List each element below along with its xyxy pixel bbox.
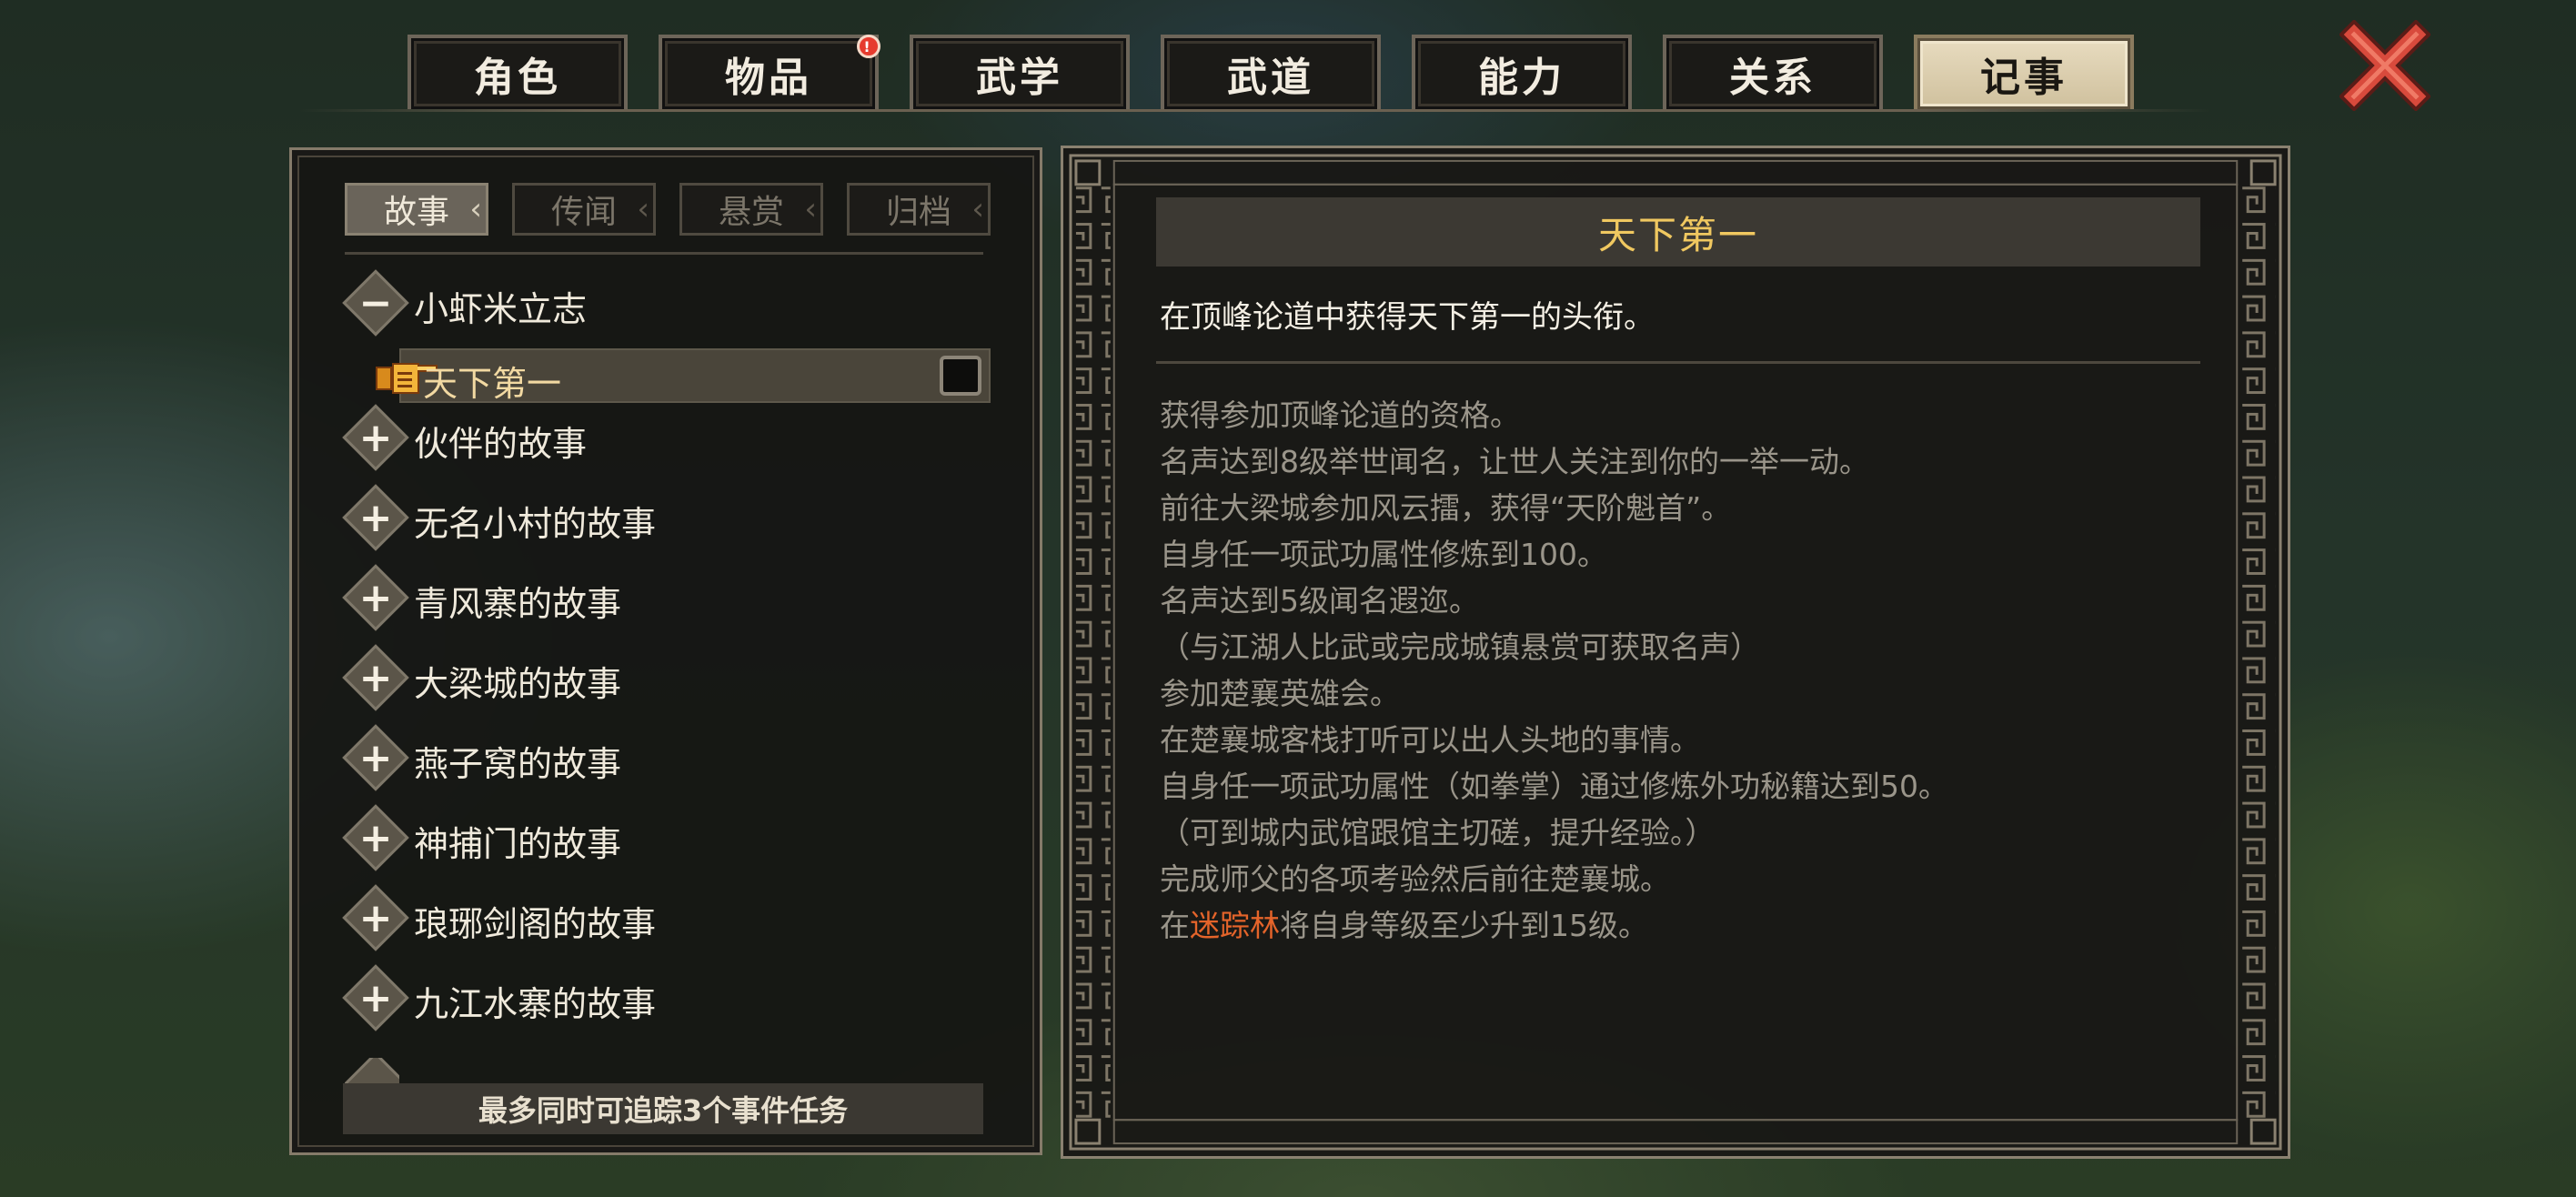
condition-line: 名声达到8级举世闻名，让世人关注到你的一举一动。 [1160,444,1869,479]
tab-character[interactable]: 角色 [408,35,628,109]
plus-icon: + [358,654,393,701]
tree-group[interactable]: + 九江水寨的故事 [342,964,1018,1036]
plus-icon: + [358,814,393,861]
plus-icon: + [358,894,393,941]
tab-items[interactable]: 物品! [659,35,880,109]
track-checkbox[interactable] [940,356,981,396]
quest-list-panel: 故事 传闻 悬赏 归档 − 小虾米立志 天下第一 [289,147,1042,1155]
plus-icon: + [358,574,393,621]
group-label: 无名小村的故事 [414,504,657,544]
partial-list-item [345,1058,399,1083]
condition-line: 完成师父的各项考验然后前往楚襄城。 [1160,861,1670,897]
group-label: 神捕门的故事 [414,824,622,864]
tree-group[interactable]: + 琅琊剑阁的故事 [342,884,1018,956]
close-x-icon[interactable] [2339,19,2431,112]
condition-line: 前往大梁城参加风云擂，获得“天阶魁首”。 [1160,490,1732,526]
subtab-archive[interactable]: 归档 [847,183,991,236]
group-label: 大梁城的故事 [414,664,622,704]
condition-line: 参加楚襄英雄会。 [1160,676,1400,711]
group-label: 琅琊剑阁的故事 [414,904,657,944]
tracking-limit-note: 最多同时可追踪3个事件任务 [343,1083,983,1134]
tab-journal[interactable]: 记事 [1914,35,2134,109]
plus-icon: + [358,414,393,461]
group-label: 燕子窝的故事 [414,744,622,784]
quest-description: 在顶峰论道中获得天下第一的头衔。 [1160,299,1655,336]
group-label: 伙伴的故事 [414,424,588,464]
quest-conditions: 获得参加顶峰论道的资格。 名声达到8级举世闻名，让世人关注到你的一举一动。 前往… [1160,392,2197,949]
quest-title: 天下第一 [1156,197,2200,267]
quest-detail-panel: 天下第一 在顶峰论道中获得天下第一的头衔。 获得参加顶峰论道的资格。 名声达到8… [1061,146,2290,1159]
sub-tab-divider [345,252,983,255]
subtab-bounty[interactable]: 悬赏 [679,183,823,236]
condition-line: （可到城内武馆跟馆主切磋，提升经验。） [1160,815,1716,850]
tree-group[interactable]: + 神捕门的故事 [342,804,1018,876]
tab-relations[interactable]: 关系 [1663,35,1883,109]
tab-martial-arts[interactable]: 武学 [910,35,1130,109]
condition-line-current: 在迷踪林将自身等级至少升到15级。 [1160,908,1648,943]
condition-line: （与江湖人比武或完成城镇悬赏可获取名声） [1160,629,1760,665]
group-label: 九江水寨的故事 [414,984,657,1024]
minus-icon: − [358,279,393,327]
tree-group-expanded[interactable]: − 小虾米立志 [342,269,1018,341]
location-link[interactable]: 迷踪林 [1190,908,1280,943]
tree-group[interactable]: + 无名小村的故事 [342,484,1018,556]
tree-group[interactable]: + 燕子窝的故事 [342,724,1018,796]
condition-line: 自身任一项武功属性修炼到100。 [1160,537,1607,572]
condition-line: 自身任一项武功属性（如拳掌）通过修炼外功秘籍达到50。 [1160,769,1948,804]
tree-group[interactable]: + 大梁城的故事 [342,644,1018,716]
condition-line: 获得参加顶峰论道的资格。 [1160,397,1520,433]
tree-group[interactable]: + 青风寨的故事 [342,564,1018,636]
plus-icon: + [358,734,393,781]
tab-divider [300,109,2210,112]
plus-icon: + [358,974,393,1021]
subtab-story[interactable]: 故事 [345,183,488,236]
group-label: 小虾米立志 [414,289,588,329]
group-label: 青风寨的故事 [414,584,622,624]
detail-divider [1156,361,2200,364]
quest-item-selected[interactable]: 天下第一 [376,348,991,404]
condition-line: 在楚襄城客栈打听可以出人头地的事情。 [1160,722,1700,758]
tree-group[interactable]: + 伙伴的故事 [342,404,1018,476]
plus-icon: + [358,494,393,541]
tab-martial-way[interactable]: 武道 [1161,35,1381,109]
subtab-rumors[interactable]: 传闻 [512,183,656,236]
tab-abilities[interactable]: 能力 [1412,35,1632,109]
quest-label: 天下第一 [423,364,562,404]
condition-line: 名声达到5级闻名遐迩。 [1160,583,1479,619]
notification-badge: ! [857,35,880,58]
